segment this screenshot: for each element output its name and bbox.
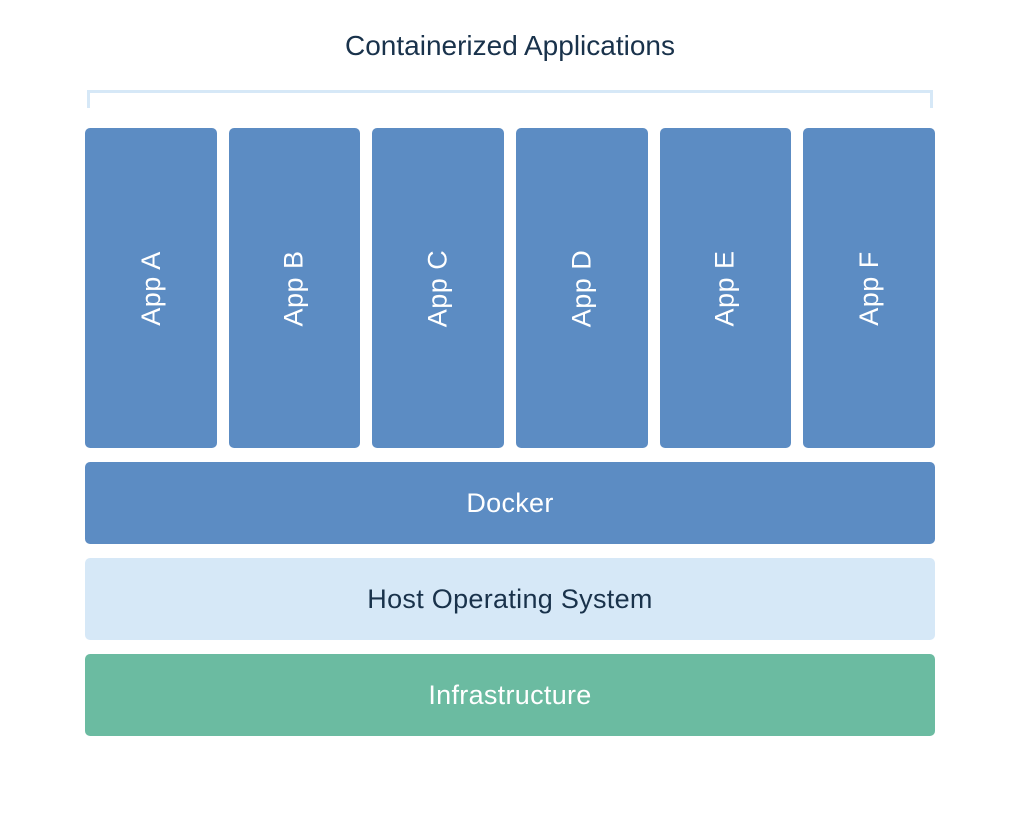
app-box-a: App A [85,128,217,448]
app-label: App D [566,249,597,327]
app-label: App F [854,251,885,326]
app-box-c: App C [372,128,504,448]
app-label: App C [423,249,454,327]
layer-host-label: Host Operating System [367,584,652,615]
layer-docker: Docker [85,462,935,544]
app-label: App B [279,250,310,326]
grouping-bracket [87,90,933,108]
layer-host-os: Host Operating System [85,558,935,640]
apps-row: App A App B App C App D App E App F [85,128,935,448]
app-box-e: App E [660,128,792,448]
app-box-d: App D [516,128,648,448]
layer-infrastructure: Infrastructure [85,654,935,736]
app-label: App E [710,250,741,326]
layer-infra-label: Infrastructure [428,680,591,711]
app-box-f: App F [803,128,935,448]
app-label: App A [135,251,166,326]
app-box-b: App B [229,128,361,448]
diagram-title: Containerized Applications [85,30,935,62]
layer-docker-label: Docker [466,488,553,519]
